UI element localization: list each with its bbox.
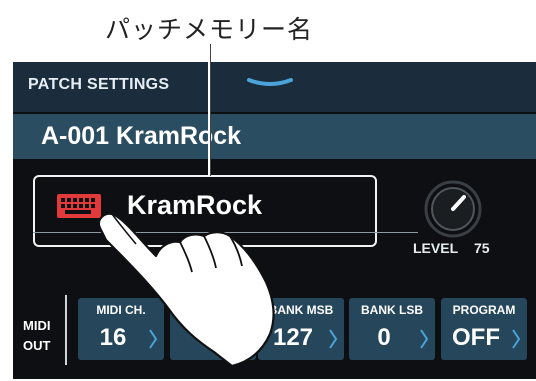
param-label: BANK LSB — [361, 303, 423, 317]
param-label: MIDI CH. — [96, 303, 146, 317]
device-screen: PATCH SETTINGS A-001 KramRock KramRock L… — [13, 62, 536, 379]
param-value: 0 — [377, 324, 391, 351]
name-field-underline — [33, 232, 418, 233]
midi-divider — [65, 295, 67, 365]
program-button[interactable]: PROGRAM OFF — [441, 298, 527, 360]
midi-channel-button[interactable]: MIDI CH. 16 — [78, 298, 164, 360]
param-label: PROGRAM — [452, 303, 516, 317]
keyboard-icon[interactable] — [57, 194, 101, 218]
page-title: PATCH SETTINGS — [28, 76, 170, 93]
patch-id-name: A-001 KramRock — [41, 122, 242, 150]
patch-name-value: KramRock — [127, 190, 263, 220]
patch-name-field[interactable]: KramRock — [33, 175, 377, 247]
param-value: 127 — [272, 324, 314, 351]
param-label: BANK MSB — [268, 303, 334, 317]
level-value: 75 — [474, 240, 490, 256]
chevron-down-icon[interactable] — [245, 74, 295, 96]
chevron-right-icon — [420, 329, 429, 349]
callout-leader-line-shadow — [210, 44, 211, 176]
midi-out-label: MIDI OUT — [23, 316, 63, 356]
level-knob[interactable] — [424, 180, 482, 238]
callout-label: パッチメモリー名 — [105, 15, 314, 44]
callout-area: パッチメモリー名 — [0, 0, 536, 60]
chevron-right-icon — [329, 329, 338, 349]
chevron-right-icon — [149, 329, 158, 349]
bank-msb-button-left-part[interactable] — [170, 298, 256, 360]
bank-msb-button[interactable]: BANK MSB 127 — [258, 298, 344, 360]
patch-name-bar: A-001 KramRock — [13, 114, 536, 159]
chevron-right-icon — [512, 329, 521, 349]
bank-lsb-button[interactable]: BANK LSB 0 — [349, 298, 435, 360]
param-value: OFF — [452, 324, 500, 351]
level-readout: LEVEL 75 — [413, 240, 490, 256]
level-label: LEVEL — [413, 240, 459, 256]
header-bar: PATCH SETTINGS — [13, 62, 536, 112]
midi-out-line2: OUT — [23, 338, 51, 353]
param-value: 16 — [99, 324, 127, 351]
midi-out-line1: MIDI — [23, 318, 51, 333]
